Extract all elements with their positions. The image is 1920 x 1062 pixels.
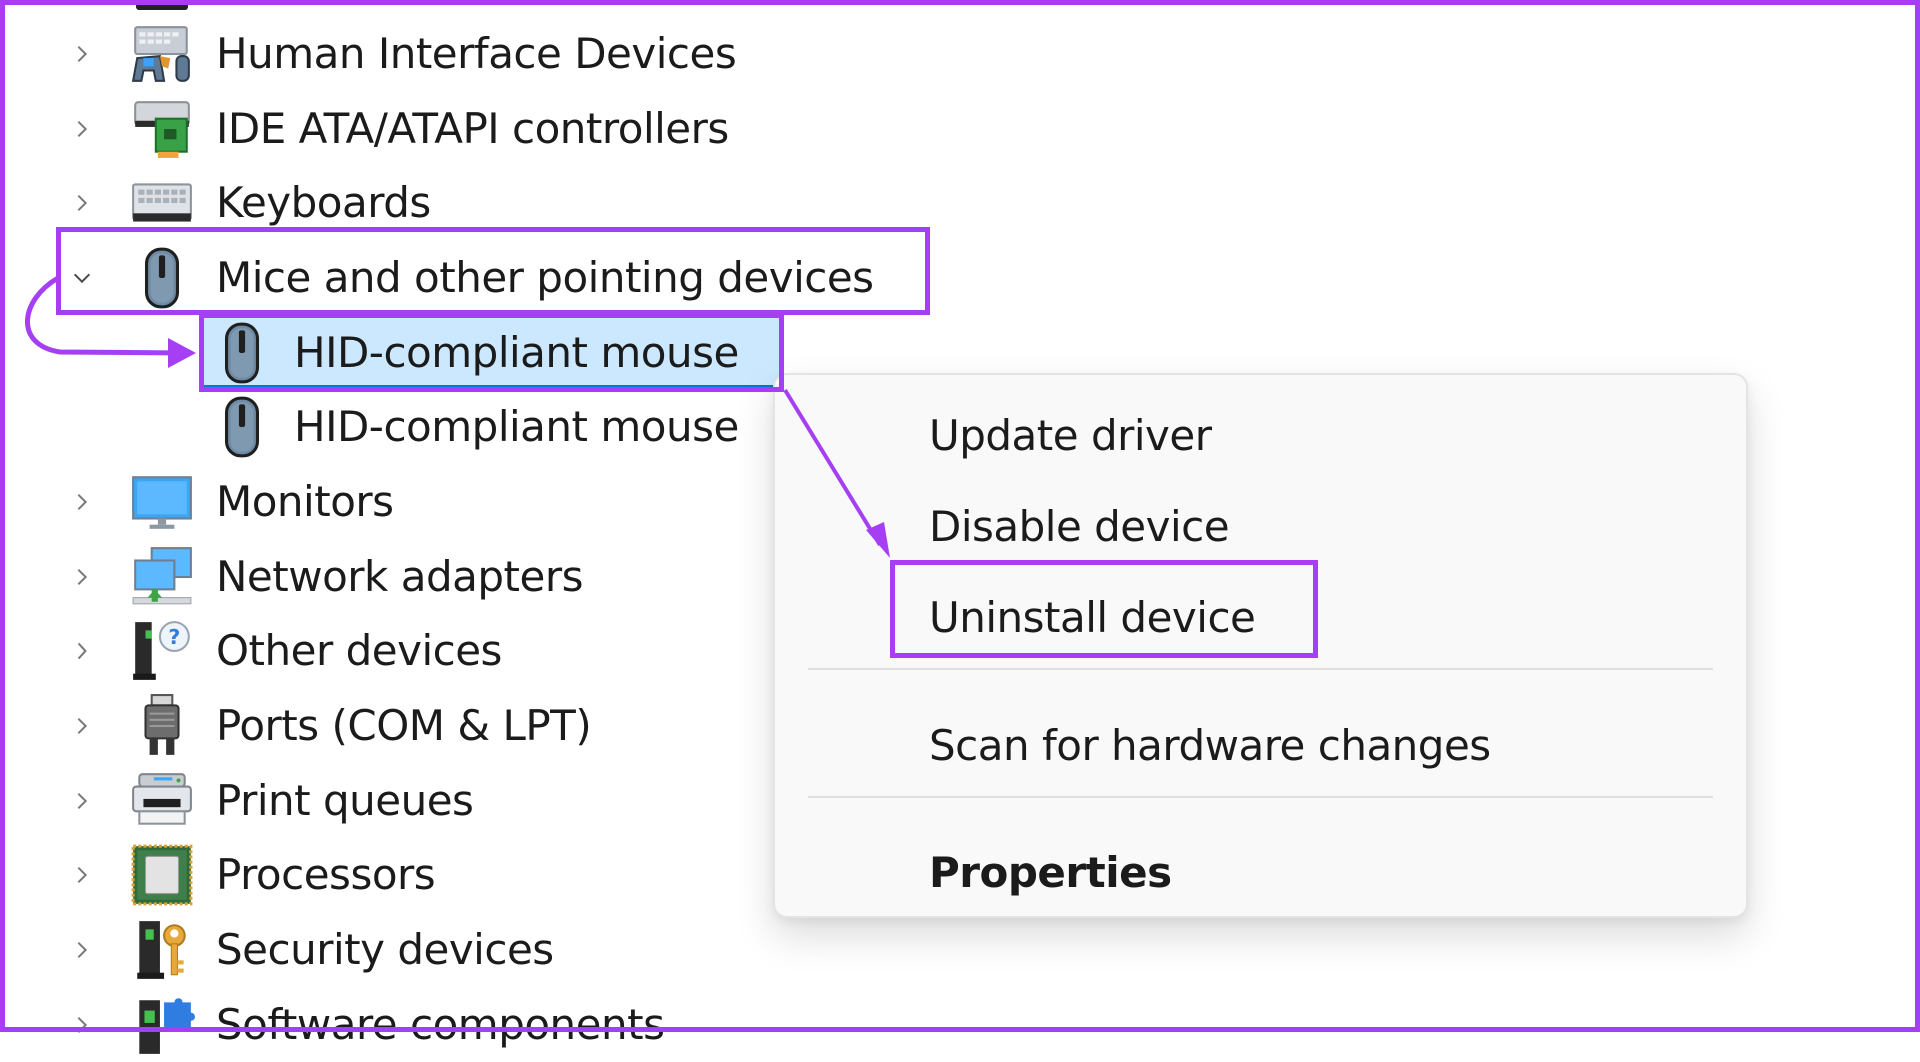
tree-item-label: HID-compliant mouse <box>294 402 739 451</box>
hid-icon <box>128 20 196 88</box>
tree-item-label: Processors <box>216 850 436 899</box>
security-device-icon <box>128 916 196 984</box>
chevron-right-icon[interactable] <box>70 1013 94 1037</box>
annotation-box-uninstall-device <box>890 560 1318 658</box>
monitor-icon <box>128 468 196 536</box>
tree-item-label: Ports (COM & LPT) <box>216 701 592 750</box>
processor-icon <box>128 841 196 909</box>
annotation-box-selected-mouse <box>199 313 784 392</box>
menu-separator <box>808 668 1713 670</box>
menu-separator <box>808 796 1713 798</box>
tree-item-label: IDE ATA/ATAPI controllers <box>216 104 729 153</box>
tree-item-ide-ata-atapi-controllers[interactable]: IDE ATA/ATAPI controllers <box>0 92 960 166</box>
chevron-right-icon[interactable] <box>70 191 94 215</box>
chevron-right-icon[interactable] <box>70 938 94 962</box>
menu-item-scan-for-hardware-changes[interactable]: Scan for hardware changes <box>775 705 1746 785</box>
port-icon <box>128 692 196 760</box>
menu-item-label: Update driver <box>929 410 1212 460</box>
other-device-icon: ? <box>128 617 196 685</box>
tree-item-label: Software components <box>216 1000 665 1049</box>
tree-item-security-devices[interactable]: Security devices <box>0 913 960 987</box>
chevron-right-icon[interactable] <box>70 863 94 887</box>
network-adapter-icon <box>128 543 196 611</box>
chevron-right-icon[interactable] <box>70 117 94 141</box>
tree-item-label: Print queues <box>216 776 474 825</box>
ide-controller-icon <box>128 95 196 163</box>
menu-item-update-driver[interactable]: Update driver <box>775 395 1746 475</box>
chevron-right-icon[interactable] <box>70 639 94 663</box>
tree-item-label: Other devices <box>216 626 502 675</box>
svg-text:?: ? <box>168 625 180 649</box>
mouse-icon <box>208 393 276 461</box>
menu-item-label: Scan for hardware changes <box>929 720 1491 770</box>
tree-item-software-components[interactable]: Software components <box>0 988 960 1062</box>
menu-item-disable-device[interactable]: Disable device <box>775 486 1746 566</box>
chevron-right-icon[interactable] <box>70 714 94 738</box>
chevron-right-icon[interactable] <box>70 42 94 66</box>
software-component-icon <box>128 991 196 1059</box>
chevron-right-icon[interactable] <box>70 789 94 813</box>
partial-icon-top <box>136 2 188 10</box>
chevron-right-icon[interactable] <box>70 565 94 589</box>
chevron-right-icon[interactable] <box>70 490 94 514</box>
annotation-box-mice-category <box>56 227 930 315</box>
menu-item-label: Disable device <box>929 501 1230 551</box>
tree-item-label: Security devices <box>216 925 554 974</box>
tree-item-label: Monitors <box>216 477 394 526</box>
tree-item-label: Human Interface Devices <box>216 29 737 78</box>
tree-item-human-interface-devices[interactable]: Human Interface Devices <box>0 17 960 91</box>
printer-icon <box>128 767 196 835</box>
menu-item-properties[interactable]: Properties <box>775 832 1746 912</box>
tree-item-label: Network adapters <box>216 552 583 601</box>
menu-item-label: Properties <box>929 847 1172 897</box>
